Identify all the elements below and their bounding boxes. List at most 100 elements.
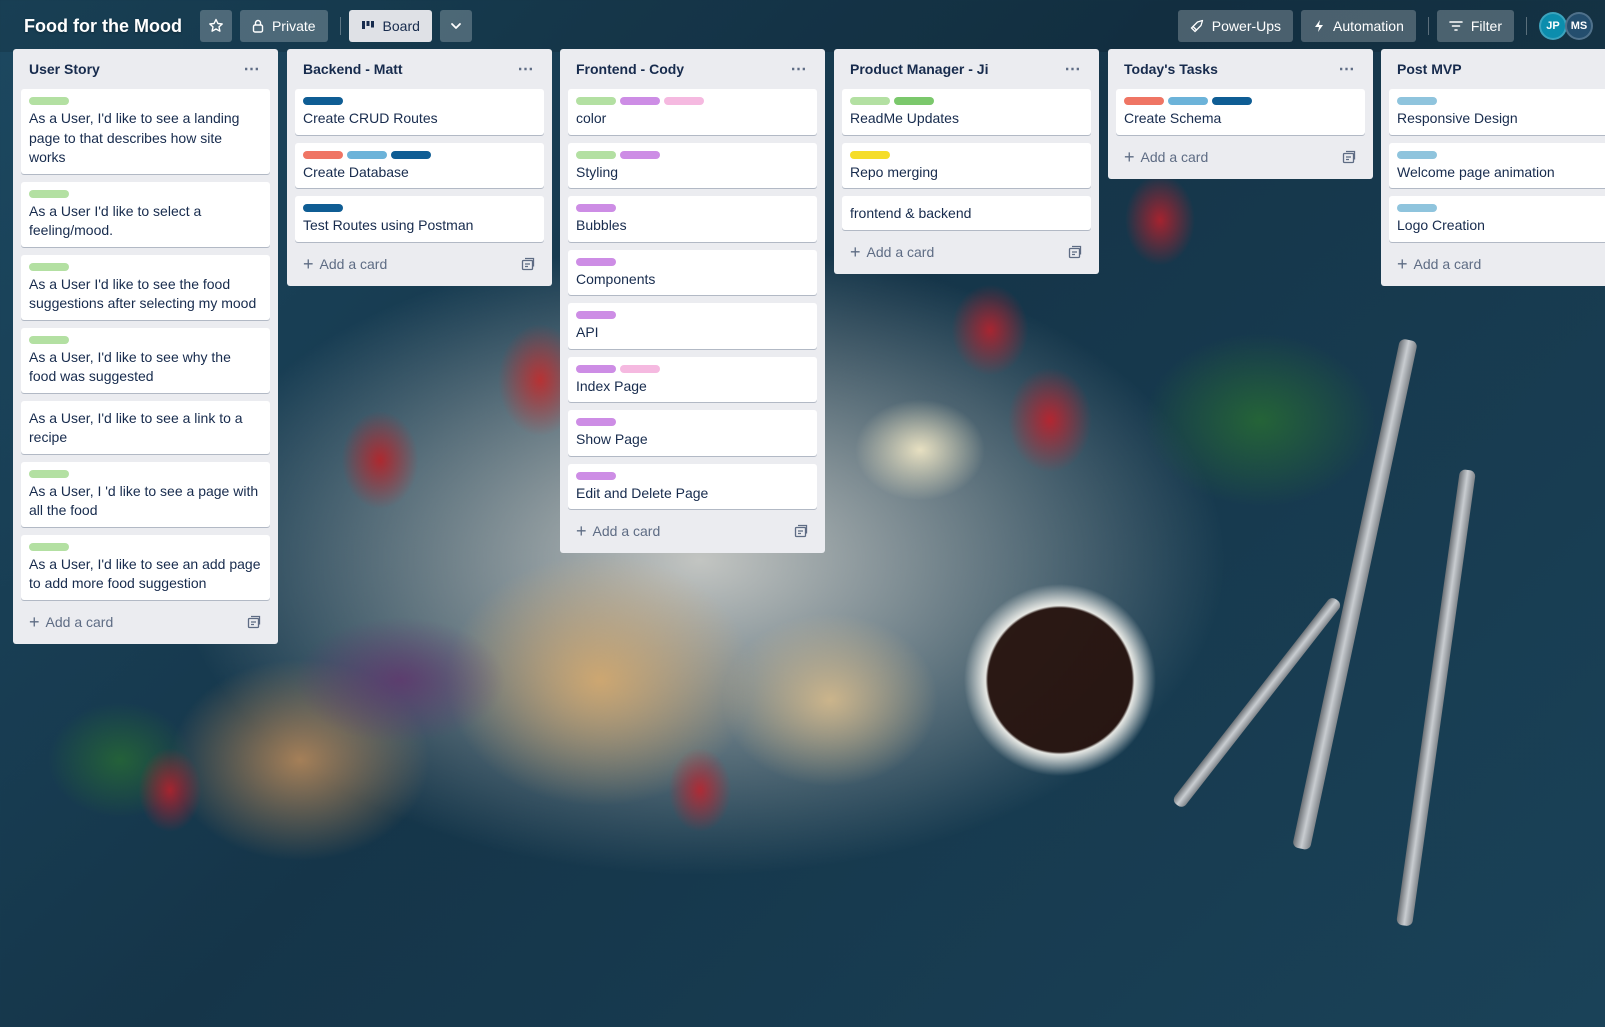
card-labels xyxy=(576,150,809,159)
plus-icon: + xyxy=(576,521,587,541)
card[interactable]: As a User, I'd like to see an add page t… xyxy=(21,534,270,600)
card[interactable]: Styling xyxy=(568,142,817,188)
card[interactable]: frontend & backend xyxy=(842,196,1091,230)
list-title[interactable]: User Story xyxy=(29,61,100,77)
card-label-purple[interactable] xyxy=(576,257,616,266)
filter-button[interactable]: Filter xyxy=(1436,10,1514,42)
list-title[interactable]: Frontend - Cody xyxy=(576,61,684,77)
plus-icon: + xyxy=(303,253,314,274)
plus-icon: + xyxy=(850,241,861,262)
card-label-green[interactable] xyxy=(29,189,69,198)
card-label-purple[interactable] xyxy=(576,311,616,319)
card-label-blue-light[interactable] xyxy=(347,150,387,159)
card[interactable]: Create Database xyxy=(295,142,544,188)
card-label-purple[interactable] xyxy=(576,418,616,426)
card[interactable]: Edit and Delete Page xyxy=(568,463,817,509)
card[interactable]: Bubbles xyxy=(568,196,817,242)
card-template-icon[interactable] xyxy=(1341,149,1357,165)
add-card-label: Add a card xyxy=(592,523,661,539)
list-title[interactable]: Today's Tasks xyxy=(1124,61,1218,77)
list-menu-icon[interactable]: ⋯ xyxy=(789,59,809,79)
board-view-button[interactable]: Board xyxy=(348,10,432,42)
card-label-green[interactable] xyxy=(29,262,69,271)
card[interactable]: Logo Creation xyxy=(1389,196,1605,242)
list-menu-icon[interactable]: ⋯ xyxy=(1337,59,1357,79)
card-label-blue-dark[interactable] xyxy=(303,97,343,105)
card-labels xyxy=(303,150,536,159)
card-label-green[interactable] xyxy=(29,542,69,551)
add-card-button[interactable]: + Add a card xyxy=(1124,148,1209,166)
header-divider-members xyxy=(1526,17,1527,35)
card[interactable]: Create CRUD Routes xyxy=(295,89,544,135)
card[interactable]: As a User, I'd like to see a landing pag… xyxy=(21,89,270,174)
automation-button[interactable]: Automation xyxy=(1301,10,1416,42)
card-label-green[interactable] xyxy=(576,97,616,105)
card[interactable]: API xyxy=(568,303,817,349)
card-label-red[interactable] xyxy=(303,150,343,159)
card-label-blue-dark[interactable] xyxy=(1212,97,1252,105)
card-label-green[interactable] xyxy=(29,335,69,344)
card[interactable]: Show Page xyxy=(568,410,817,456)
card-label-sky[interactable] xyxy=(1397,97,1437,105)
board-title[interactable]: Food for the Mood xyxy=(24,16,182,37)
power-ups-button[interactable]: Power-Ups xyxy=(1177,10,1294,42)
add-card-button[interactable]: + Add a card xyxy=(576,521,661,541)
card[interactable]: ReadMe Updates xyxy=(842,89,1091,135)
card-label-green-dark[interactable] xyxy=(894,97,934,105)
card[interactable]: As a User, I'd like to see why the food … xyxy=(21,327,270,393)
card[interactable]: Responsive Design xyxy=(1389,89,1605,135)
add-card-label: Add a card xyxy=(45,613,114,630)
card[interactable]: Repo merging xyxy=(842,142,1091,188)
card-label-green[interactable] xyxy=(576,150,616,159)
card-label-purple[interactable] xyxy=(576,364,616,373)
card-label-blue-dark[interactable] xyxy=(391,150,431,159)
list-title[interactable]: Product Manager - Ji xyxy=(850,61,988,77)
card-label-green[interactable] xyxy=(850,97,890,105)
add-card-button[interactable]: + Add a card xyxy=(1397,255,1481,273)
card[interactable]: As a User, I 'd like to see a page with … xyxy=(21,461,270,527)
card-label-green[interactable] xyxy=(29,469,69,478)
card[interactable]: Welcome page animation xyxy=(1389,142,1605,188)
card-label-purple[interactable] xyxy=(620,150,660,159)
card-template-icon[interactable] xyxy=(1067,244,1083,260)
list-menu-icon[interactable]: ⋯ xyxy=(242,59,262,79)
add-card-button[interactable]: + Add a card xyxy=(850,241,934,262)
member-avatar-jp[interactable]: JP xyxy=(1539,12,1567,40)
card-template-icon[interactable] xyxy=(520,256,536,272)
list-menu-icon[interactable]: ⋯ xyxy=(516,59,536,79)
card[interactable]: Components xyxy=(568,249,817,295)
add-card-button[interactable]: + Add a card xyxy=(29,613,114,631)
member-avatar-ms[interactable]: MS xyxy=(1565,12,1593,40)
list-menu-icon[interactable]: ⋯ xyxy=(1063,59,1083,79)
star-button[interactable] xyxy=(199,10,232,42)
card[interactable]: As a User, I'd like to see a link to a r… xyxy=(21,400,270,454)
card-label-purple[interactable] xyxy=(576,204,616,212)
card[interactable]: As a User I'd like to select a feeling/m… xyxy=(21,181,270,247)
card-label-purple[interactable] xyxy=(576,471,616,480)
card-label-sky[interactable] xyxy=(1397,204,1437,212)
card-label-blue-light[interactable] xyxy=(1168,97,1208,105)
card-label-blue-dark[interactable] xyxy=(303,204,343,212)
add-card-label: Add a card xyxy=(1140,148,1209,165)
card-label-purple[interactable] xyxy=(620,97,660,105)
card-labels xyxy=(576,97,809,105)
card-label-sky[interactable] xyxy=(1397,150,1437,159)
list-title[interactable]: Backend - Matt xyxy=(303,61,403,77)
card[interactable]: Test Routes using Postman xyxy=(295,196,544,242)
visibility-button[interactable]: Private xyxy=(239,10,328,42)
card-template-icon[interactable] xyxy=(246,614,262,630)
card[interactable]: color xyxy=(568,89,817,135)
card-label-pink[interactable] xyxy=(620,364,660,373)
list-title[interactable]: Post MVP xyxy=(1397,61,1462,77)
card[interactable]: Index Page xyxy=(568,356,817,402)
view-switcher-button[interactable] xyxy=(439,10,472,42)
card[interactable]: Create Schema xyxy=(1116,89,1365,135)
card-template-icon[interactable] xyxy=(793,523,809,539)
card-label-red[interactable] xyxy=(1124,97,1164,105)
card[interactable]: As a User I'd like to see the food sugge… xyxy=(21,254,270,320)
card-label-green[interactable] xyxy=(29,97,69,105)
card-label-pink[interactable] xyxy=(664,97,704,105)
add-card-button[interactable]: + Add a card xyxy=(303,253,387,274)
card-labels xyxy=(576,418,809,426)
card-label-yellow[interactable] xyxy=(850,150,890,159)
